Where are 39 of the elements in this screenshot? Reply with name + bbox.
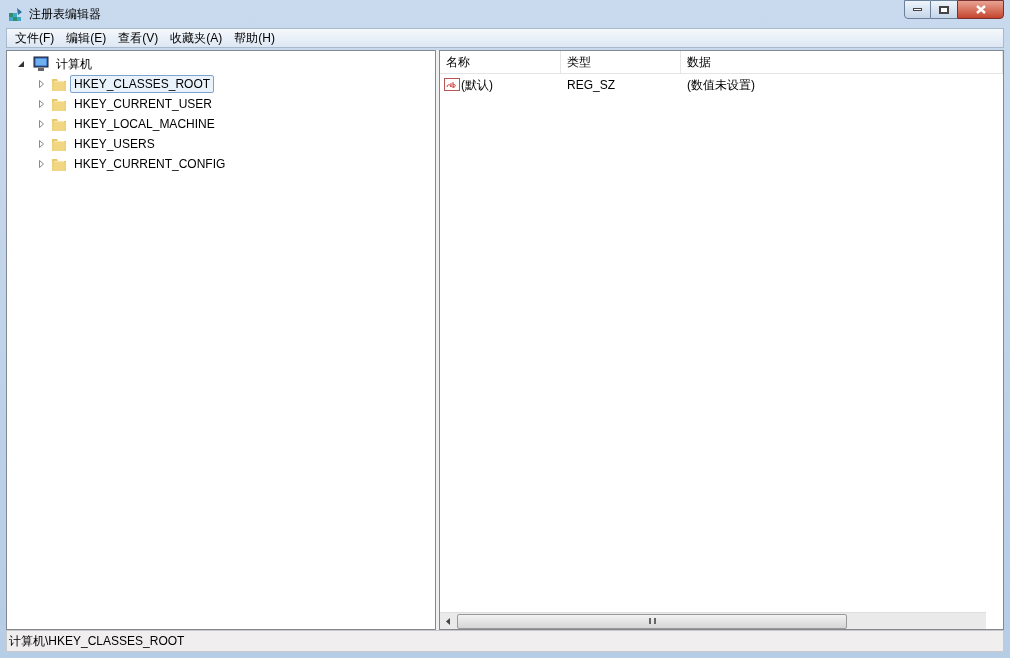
- column-header[interactable]: 类型: [561, 51, 681, 73]
- menu-item[interactable]: 编辑(E): [60, 29, 113, 47]
- minimize-button[interactable]: [904, 0, 931, 19]
- menu-item[interactable]: 帮助(H): [228, 29, 281, 47]
- close-icon: [975, 5, 986, 14]
- menu-item[interactable]: 文件(F): [9, 29, 61, 47]
- folder-icon: [51, 76, 67, 92]
- computer-icon: [31, 56, 49, 72]
- folder-icon: [51, 136, 67, 152]
- expand-arrow-icon[interactable]: [38, 120, 44, 128]
- table-cell-text: (默认): [461, 77, 493, 94]
- maximize-button[interactable]: [931, 0, 957, 19]
- scroll-left-icon[interactable]: [446, 617, 451, 625]
- column-header[interactable]: 名称: [440, 51, 561, 73]
- scrollbar-thumb[interactable]: [457, 613, 847, 629]
- collapse-arrow-icon[interactable]: [18, 61, 24, 67]
- tree-item[interactable]: HKEY_LOCAL_MACHINE: [70, 115, 219, 133]
- tree-item[interactable]: 计算机: [52, 55, 96, 73]
- tree-item[interactable]: HKEY_CURRENT_CONFIG: [70, 155, 230, 173]
- menu-item[interactable]: 收藏夹(A): [164, 29, 229, 47]
- expand-arrow-icon[interactable]: [38, 160, 44, 168]
- table-cell: REG_SZ: [567, 78, 615, 92]
- expand-arrow-icon[interactable]: [38, 100, 44, 108]
- column-header[interactable]: 数据: [681, 51, 1003, 73]
- close-button[interactable]: [957, 0, 1004, 19]
- expand-arrow-icon[interactable]: [38, 140, 44, 148]
- folder-icon: [51, 96, 67, 112]
- window-title: 注册表编辑器: [29, 6, 101, 23]
- folder-icon: [51, 156, 67, 172]
- horizontal-scrollbar[interactable]: [440, 612, 986, 629]
- tree-item[interactable]: HKEY_CURRENT_USER: [70, 95, 217, 113]
- tree-item[interactable]: HKEY_USERS: [70, 135, 159, 153]
- menu-item[interactable]: 查看(V): [112, 29, 165, 47]
- folder-icon: [51, 116, 67, 132]
- status-path: 计算机\HKEY_CLASSES_ROOT: [9, 633, 185, 650]
- registry-app-icon: [8, 6, 24, 22]
- expand-arrow-icon[interactable]: [38, 80, 44, 88]
- table-cell: (数值未设置): [687, 78, 755, 92]
- tree-item[interactable]: HKEY_CLASSES_ROOT: [70, 75, 215, 93]
